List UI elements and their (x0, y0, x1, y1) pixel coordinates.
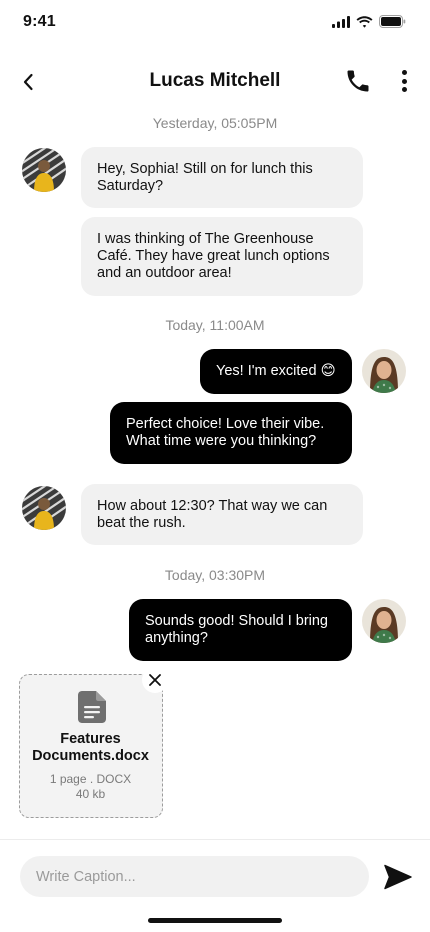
timestamp: Today, 11:00AM (165, 317, 265, 333)
composer-divider (0, 839, 430, 840)
message-text: Yes! I'm excited 😊 (216, 363, 336, 379)
avatar-sophia (362, 599, 406, 643)
message-text: Hey, Sophia! Still on for lunch this Sat… (97, 160, 313, 194)
avatar-lucas (22, 148, 66, 192)
message-text: Sounds good! Should I bring anything? (145, 613, 328, 646)
avatar-lucas (22, 486, 66, 530)
phone-icon (347, 70, 369, 92)
message-text: I was thinking of The Greenhouse Café. T… (97, 231, 330, 281)
call-button[interactable] (344, 67, 372, 95)
send-icon (384, 864, 412, 890)
more-dot-icon (401, 87, 407, 92)
attachment-preview[interactable]: Features Documents.docx 1 page . DOCX 40… (19, 674, 163, 818)
attachment-meta: 1 page . DOCX 40 kb (20, 772, 161, 802)
status-bar: 9:41 (0, 0, 430, 44)
battery-icon (379, 15, 406, 28)
message-text: How about 12:30? That way we can beat th… (97, 497, 328, 531)
attachment-name: Features Documents.docx (32, 731, 149, 764)
signal-icon (332, 15, 350, 28)
message-bubble-incoming[interactable]: I was thinking of The Greenhouse Café. T… (81, 217, 363, 296)
more-dot-icon (401, 78, 407, 84)
message-bubble-outgoing[interactable]: Yes! I'm excited 😊 (200, 349, 352, 394)
close-icon (149, 674, 161, 686)
timestamp: Today, 03:30PM (164, 567, 266, 583)
message-bubble-incoming[interactable]: Hey, Sophia! Still on for lunch this Sat… (81, 147, 363, 208)
wifi-icon (356, 15, 373, 28)
message-bubble-incoming[interactable]: How about 12:30? That way we can beat th… (81, 484, 363, 545)
status-icons (332, 15, 406, 28)
send-button[interactable] (384, 864, 412, 890)
chat-header: Lucas Mitchell (0, 60, 430, 104)
caption-input[interactable] (20, 856, 369, 897)
message-bubble-outgoing[interactable]: Sounds good! Should I bring anything? (129, 599, 352, 661)
remove-attachment-button[interactable] (142, 667, 168, 693)
status-time: 9:41 (23, 13, 56, 30)
document-icon (78, 691, 106, 723)
avatar-sophia (362, 349, 406, 393)
more-options-button[interactable] (394, 67, 414, 95)
more-dot-icon (401, 70, 407, 75)
home-indicator (148, 918, 282, 923)
message-bubble-outgoing[interactable]: Perfect choice! Love their vibe. What ti… (110, 402, 352, 464)
attachment-size: 40 kb (75, 787, 106, 801)
attachment-pages: 1 page . DOCX (49, 772, 132, 786)
message-text: Perfect choice! Love their vibe. What ti… (126, 416, 325, 449)
timestamp: Yesterday, 05:05PM (152, 115, 278, 131)
